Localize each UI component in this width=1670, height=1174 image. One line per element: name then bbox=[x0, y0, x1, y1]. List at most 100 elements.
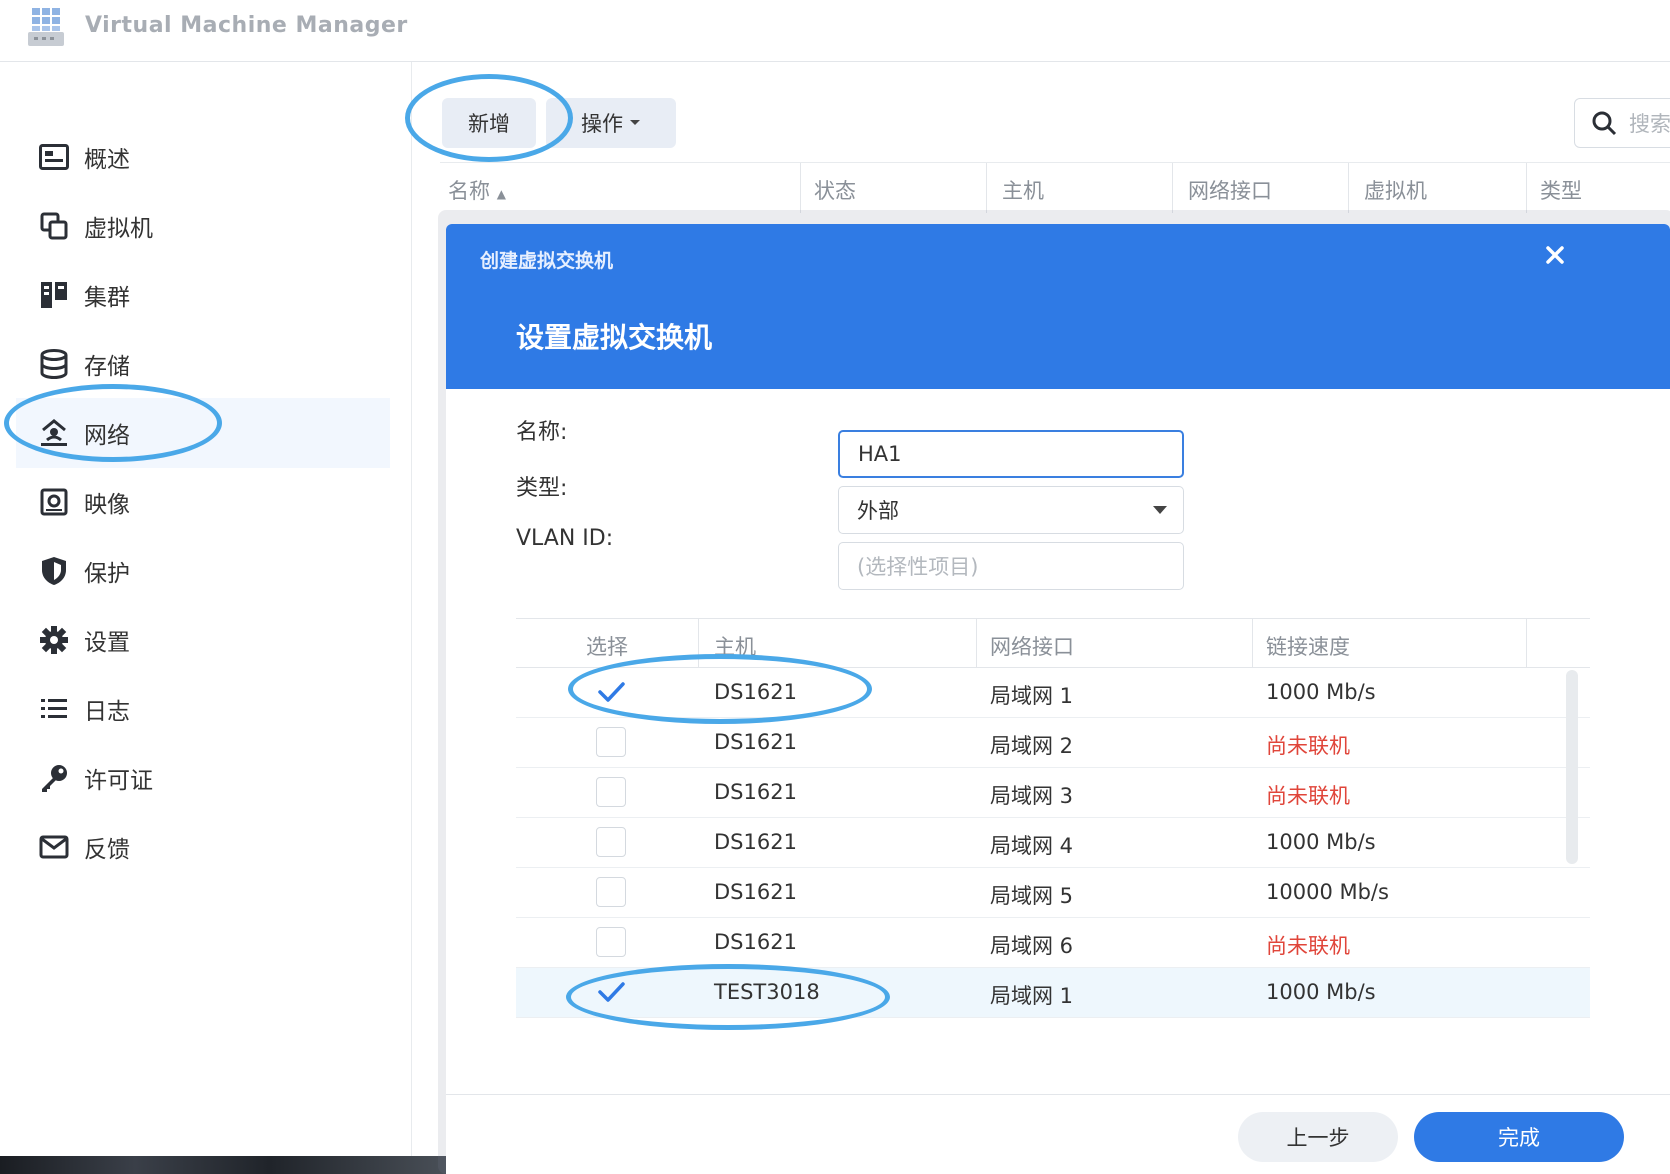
network-icon bbox=[38, 417, 70, 449]
select-checkbox[interactable] bbox=[596, 727, 626, 757]
footer-divider bbox=[446, 1094, 1670, 1095]
sidebar-item-log[interactable]: 日志 bbox=[16, 674, 390, 744]
column-divider bbox=[1172, 163, 1173, 213]
select-checkbox[interactable] bbox=[596, 977, 626, 1007]
mail-icon bbox=[38, 831, 70, 863]
list-header: 名称 ▲ 状态 主机 网络接口 虚拟机 类型 bbox=[440, 162, 1670, 213]
column-header-link-speed: 链接速度 bbox=[1266, 635, 1350, 659]
vmm-app-icon bbox=[28, 8, 64, 46]
column-label: 名称 bbox=[448, 179, 490, 203]
sidebar-item-label: 映像 bbox=[84, 492, 130, 518]
sidebar-item-network[interactable]: 网络 bbox=[16, 398, 390, 468]
operations-button[interactable]: 操作 bbox=[546, 98, 676, 148]
column-divider bbox=[800, 163, 801, 213]
column-header-name[interactable]: 名称 ▲ bbox=[448, 175, 506, 205]
host-cell: DS1621 bbox=[714, 830, 797, 854]
sort-asc-icon: ▲ bbox=[496, 187, 506, 201]
table-row[interactable]: TEST3018 局域网 1 1000 Mb/s bbox=[516, 968, 1590, 1018]
vm-icon bbox=[38, 210, 70, 242]
select-checkbox[interactable] bbox=[596, 927, 626, 957]
type-select[interactable]: 外部 bbox=[838, 486, 1184, 534]
table-row[interactable]: DS1621 局域网 6 尚未联机 bbox=[516, 918, 1590, 968]
sidebar-item-label: 反馈 bbox=[84, 837, 130, 863]
shield-icon bbox=[38, 555, 70, 587]
sidebar-item-label: 设置 bbox=[84, 630, 130, 656]
column-divider bbox=[976, 619, 977, 667]
close-icon[interactable] bbox=[1540, 240, 1570, 270]
link-speed-cell: 尚未联机 bbox=[1266, 734, 1350, 758]
host-cell: TEST3018 bbox=[714, 980, 820, 1004]
table-row[interactable]: DS1621 局域网 5 10000 Mb/s bbox=[516, 868, 1590, 918]
sidebar-item-cluster[interactable]: 集群 bbox=[16, 260, 390, 330]
table-scrollbar[interactable] bbox=[1566, 670, 1578, 864]
sidebar-item-vm[interactable]: 虚拟机 bbox=[16, 191, 390, 261]
link-speed-cell: 尚未联机 bbox=[1266, 934, 1350, 958]
table-row[interactable]: DS1621 局域网 4 1000 Mb/s bbox=[516, 818, 1590, 868]
list-icon bbox=[38, 693, 70, 725]
type-select-value: 外部 bbox=[857, 499, 899, 523]
sidebar-item-overview[interactable]: 概述 bbox=[16, 122, 390, 192]
interface-table: 选择 主机 网络接口 链接速度 DS1621 局域网 1 1000 Mb/s DS16… bbox=[516, 618, 1590, 1018]
sidebar-item-label: 日志 bbox=[84, 699, 130, 725]
operations-label: 操作 bbox=[581, 112, 623, 136]
chevron-down-icon bbox=[1153, 506, 1167, 514]
sidebar-item-storage[interactable]: 存储 bbox=[16, 329, 390, 399]
sidebar-item-label: 虚拟机 bbox=[84, 216, 153, 242]
done-button[interactable]: 完成 bbox=[1414, 1112, 1624, 1162]
link-speed-cell: 1000 Mb/s bbox=[1266, 980, 1376, 1004]
sidebar-item-license[interactable]: 许可证 bbox=[16, 743, 390, 813]
column-header-interface[interactable]: 网络接口 bbox=[1188, 175, 1272, 205]
vlan-label: VLAN ID: bbox=[516, 526, 614, 551]
column-header-interface: 网络接口 bbox=[990, 635, 1074, 659]
sidebar-item-image[interactable]: 映像 bbox=[16, 467, 390, 537]
column-header-host[interactable]: 主机 bbox=[1002, 175, 1044, 205]
title-bar: Virtual Machine Manager bbox=[0, 0, 1670, 62]
link-speed-cell: 10000 Mb/s bbox=[1266, 880, 1389, 904]
interface-cell: 局域网 1 bbox=[990, 984, 1074, 1008]
host-cell: DS1621 bbox=[714, 880, 797, 904]
desktop-background bbox=[0, 1156, 450, 1174]
sidebar-item-label: 保护 bbox=[84, 561, 130, 587]
column-header-host: 主机 bbox=[714, 635, 756, 659]
select-checkbox[interactable] bbox=[596, 877, 626, 907]
interface-cell: 局域网 5 bbox=[990, 884, 1074, 908]
sidebar-item-feedback[interactable]: 反馈 bbox=[16, 812, 390, 882]
select-checkbox[interactable] bbox=[596, 677, 626, 707]
table-row[interactable]: DS1621 局域网 2 尚未联机 bbox=[516, 718, 1590, 768]
sidebar-item-protection[interactable]: 保护 bbox=[16, 536, 390, 606]
column-header-status[interactable]: 状态 bbox=[814, 175, 856, 205]
link-speed-cell: 1000 Mb/s bbox=[1266, 680, 1376, 704]
sidebar-item-label: 概述 bbox=[84, 147, 130, 173]
vlan-id-field[interactable]: (选择性项目) bbox=[838, 542, 1184, 590]
dialog-header: 创建虚拟交换机 设置虚拟交换机 bbox=[446, 224, 1670, 389]
sidebar-item-label: 存储 bbox=[84, 354, 130, 380]
select-checkbox[interactable] bbox=[596, 777, 626, 807]
host-cell: DS1621 bbox=[714, 780, 797, 804]
column-header-type[interactable]: 类型 bbox=[1540, 175, 1582, 205]
column-divider bbox=[1526, 163, 1527, 213]
checkmark-icon bbox=[598, 682, 625, 702]
sidebar-item-label: 网络 bbox=[84, 423, 130, 449]
add-button[interactable]: 新增 bbox=[442, 98, 536, 148]
table-row[interactable]: DS1621 局域网 1 1000 Mb/s bbox=[516, 668, 1590, 718]
host-cell: DS1621 bbox=[714, 680, 797, 704]
interface-cell: 局域网 1 bbox=[990, 684, 1074, 708]
sidebar-item-settings[interactable]: 设置 bbox=[16, 605, 390, 675]
interface-cell: 局域网 3 bbox=[990, 784, 1074, 808]
column-divider bbox=[698, 619, 699, 667]
previous-button[interactable]: 上一步 bbox=[1238, 1112, 1398, 1162]
host-cell: DS1621 bbox=[714, 730, 797, 754]
table-row[interactable]: DS1621 局域网 3 尚未联机 bbox=[516, 768, 1590, 818]
column-header-vm[interactable]: 虚拟机 bbox=[1364, 175, 1427, 205]
name-label: 名称: bbox=[516, 420, 568, 445]
interface-cell: 局域网 6 bbox=[990, 934, 1074, 958]
gear-icon bbox=[38, 624, 70, 656]
select-checkbox[interactable] bbox=[596, 827, 626, 857]
column-divider bbox=[1348, 163, 1349, 213]
search-input[interactable]: 搜索 bbox=[1574, 98, 1670, 148]
sidebar-item-label: 许可证 bbox=[84, 768, 153, 794]
storage-icon bbox=[38, 348, 70, 380]
dialog-title: 设置虚拟交换机 bbox=[516, 321, 713, 354]
name-field[interactable]: HA1 bbox=[838, 430, 1184, 478]
key-icon bbox=[38, 762, 70, 794]
